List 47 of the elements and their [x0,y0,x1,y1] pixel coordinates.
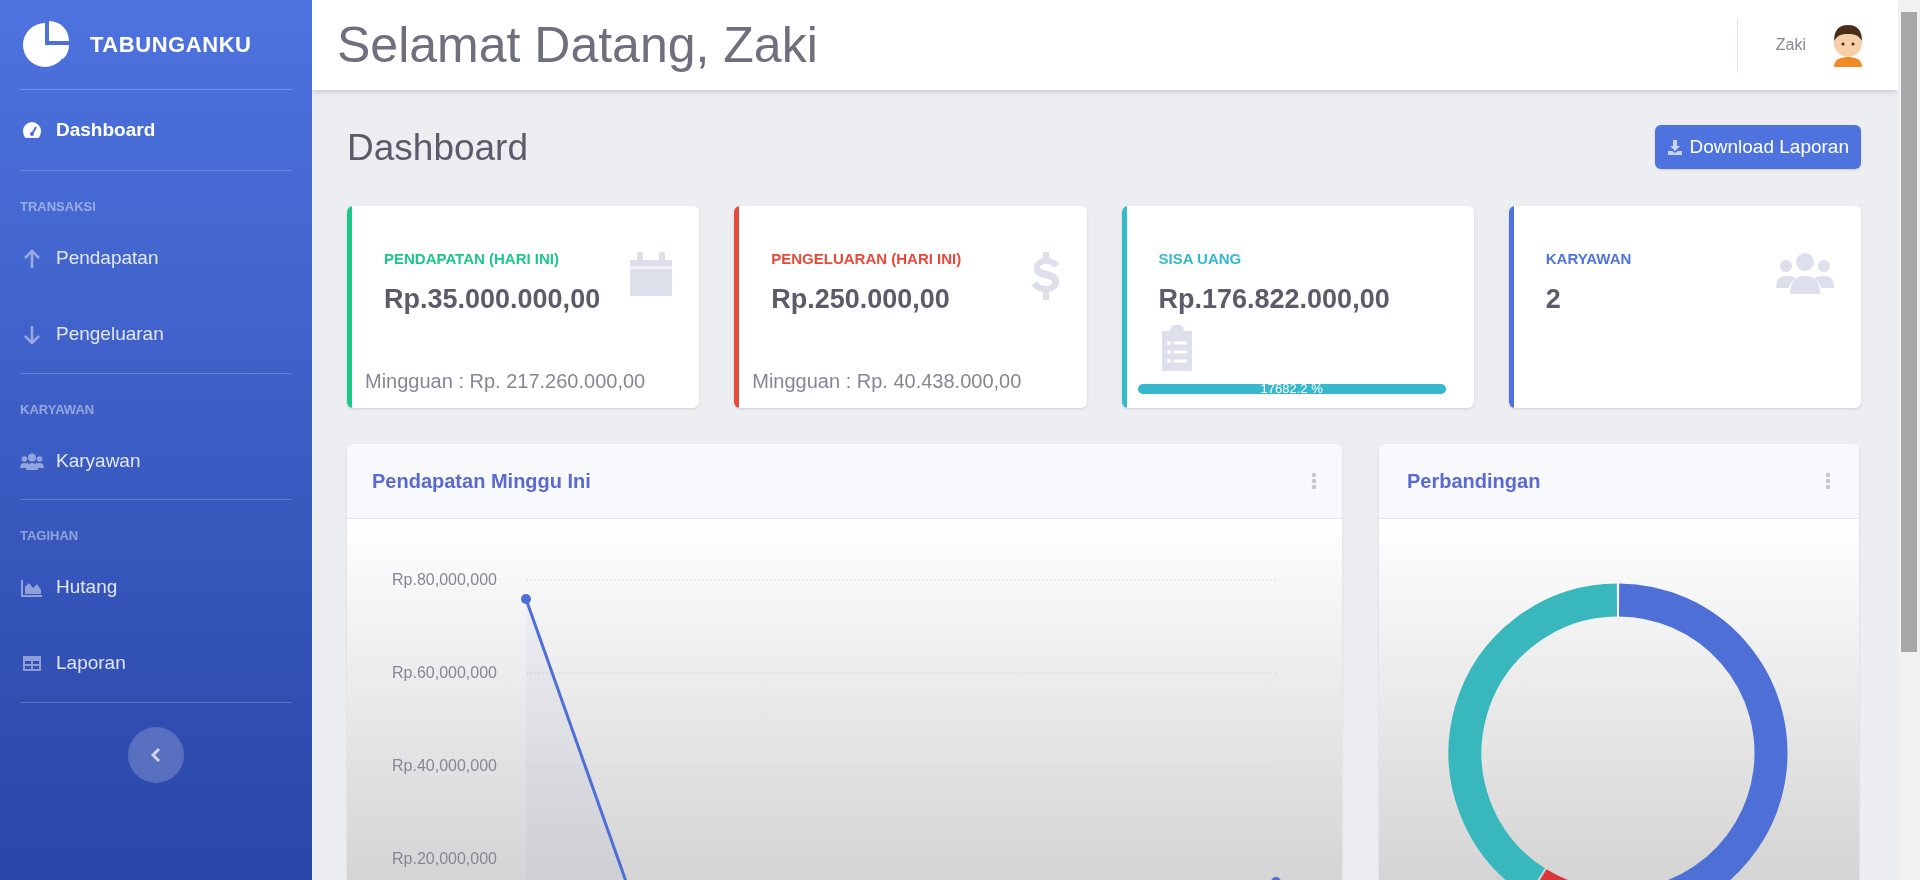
card-value: Rp.176.822.000,00 [1158,282,1390,316]
download-button[interactable]: Download Laporan [1655,125,1861,169]
section-heading: TAGIHAN [20,527,80,545]
area-chart-icon [21,578,43,597]
y-axis-label: Rp.80,000,000 [392,571,497,588]
users-icon [20,452,44,470]
gauge-icon [22,121,42,139]
users-icon [1776,252,1834,294]
download-icon [1667,138,1684,156]
progress-reading: 17682.2 % [1260,381,1323,397]
nav-link[interactable]: Laporan [20,649,126,678]
arrow-down-icon [23,324,41,345]
scrollbar[interactable] [1898,0,1920,880]
user-name[interactable]: Zaki [1775,33,1806,57]
more-menu-icon[interactable] [1825,471,1831,491]
welcome-title: Selamat Datang, Zaki [337,20,818,70]
brand-name[interactable]: TABUNGANKU [90,28,252,61]
card-label: KARYAWAN [1545,249,1632,269]
pie-chart-logo-icon [20,19,70,70]
card-label: PENGELUARAN (HARI INI) [771,249,962,269]
dollar-icon [1031,252,1060,300]
nav-link[interactable]: Hutang [20,573,118,602]
section-heading: KARYAWAN [20,400,96,419]
nav-link[interactable]: Karyawan [20,446,141,476]
scrollbar-thumb[interactable] [1901,12,1917,652]
card-value: 2 [1545,282,1562,316]
y-axis-label: Rp.60,000,000 [392,664,497,681]
card-label: SISA UANG [1158,249,1243,269]
y-axis-label: Rp.20,000,000 [392,850,497,867]
section-heading: TRANSAKSI [20,198,97,216]
card-value: Rp.250.000,00 [771,282,951,316]
y-axis-label: Rp.40,000,000 [392,757,497,774]
card-value: Rp.35.000.000,00 [384,282,601,316]
weekly-total: Mingguan : Rp. 40.438.000,00 [752,369,1023,394]
chevron-left-icon [151,747,161,762]
nav-link[interactable]: Pendapatan [20,244,159,273]
chart-title: Perbandingan [1407,469,1541,494]
arrow-up-icon [23,248,41,269]
weekly-total: Mingguan : Rp. 217.260.000,00 [365,369,647,394]
table-icon [22,655,42,672]
more-menu-icon[interactable] [1311,471,1317,491]
nav-link[interactable]: Dashboard [20,115,156,145]
card-label: PENDAPATAN (HARI INI) [384,249,560,269]
page-heading: Dashboard [347,128,528,166]
nav-link[interactable]: Pengeluaran [20,320,164,349]
calendar-icon [630,252,673,298]
chart-title: Pendapatan Minggu Ini [372,469,591,494]
